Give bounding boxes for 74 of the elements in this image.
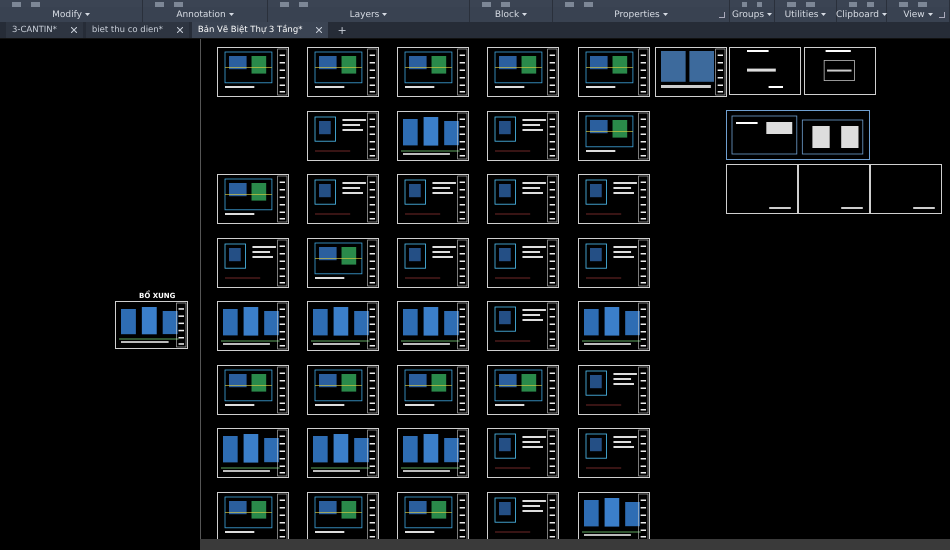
drawing-sheet — [798, 164, 870, 214]
drawing-sheet — [307, 364, 379, 414]
drawing-sheet — [307, 492, 379, 542]
drawing-sheet — [217, 364, 289, 414]
new-tab-button[interactable]: + — [331, 22, 353, 38]
caret-icon — [662, 13, 668, 16]
drawing-sheet — [217, 47, 289, 97]
file-tab[interactable]: 3-CANTIN* — [6, 22, 83, 38]
drawing-sheet — [487, 174, 559, 224]
drawing-sheet — [804, 47, 876, 95]
ribbon-panel-label[interactable]: Layers — [350, 10, 388, 20]
panel-launcher-icon[interactable] — [719, 12, 725, 18]
ribbon-panel-label[interactable]: Modify — [52, 10, 90, 20]
drawing-sheet — [487, 301, 559, 351]
drawing-sheet — [578, 301, 650, 351]
ribbon-panel-label[interactable]: Properties — [614, 10, 668, 20]
drawing-sheet — [578, 110, 650, 160]
drawing-sheet — [487, 110, 559, 160]
drawing-sheet — [487, 238, 559, 288]
drawing-sheet — [307, 47, 379, 97]
ribbon-panel-label[interactable]: View — [903, 10, 933, 20]
drawing-sheet — [578, 364, 650, 414]
file-tab[interactable]: Bản Vẽ Biệt Thự 3 Tầng* — [192, 22, 328, 38]
caret-icon — [928, 13, 933, 16]
drawing-sheet — [397, 492, 469, 542]
drawing-sheet — [578, 238, 650, 288]
drawing-sheet — [217, 174, 289, 224]
drawing-sheet — [578, 47, 650, 97]
drawing-sheet — [397, 110, 469, 160]
ribbon-panel-label[interactable]: Utilities — [784, 10, 826, 20]
drawing-sheet — [307, 110, 379, 160]
drawing-sheet — [307, 238, 379, 288]
drawing-sheet — [397, 47, 469, 97]
drawing-sheet — [397, 174, 469, 224]
drawing-sheet — [578, 492, 650, 542]
drawing-sheet — [870, 164, 942, 214]
ribbon-panel-label[interactable]: Annotation — [176, 10, 234, 20]
drawing-sheet — [217, 428, 289, 478]
close-icon[interactable] — [316, 27, 322, 33]
horizontal-scrollbar[interactable] — [200, 539, 950, 550]
caret-icon — [84, 13, 90, 16]
ribbon-tool-icon[interactable] — [866, 2, 874, 7]
drawing-sheet — [578, 174, 650, 224]
drawing-sheet — [217, 301, 289, 351]
drawing-sheet — [217, 492, 289, 542]
ribbon-panel-label[interactable]: Block — [494, 10, 528, 20]
ribbon-panel-label[interactable]: Clipboard — [836, 10, 887, 20]
drawing-sheet — [217, 238, 289, 288]
file-tab[interactable]: biet thu co dien* — [86, 22, 189, 38]
drawing-sheet — [397, 364, 469, 414]
drawing-sheet — [578, 428, 650, 478]
drawing-sheet — [655, 47, 727, 97]
drawing-sheet — [397, 301, 469, 351]
drawing-sheet — [397, 238, 469, 288]
drawing-sheet — [307, 301, 379, 351]
panel-launcher-icon[interactable] — [939, 12, 945, 18]
drawing-sheet — [726, 164, 798, 214]
drawing-sheet — [487, 492, 559, 542]
drawing-sheet — [307, 174, 379, 224]
drawing-sheet — [397, 428, 469, 478]
ribbon-panel-label[interactable]: Groups — [732, 10, 772, 20]
caret-icon — [821, 13, 826, 16]
drawing-sheet — [487, 47, 559, 97]
close-icon[interactable] — [176, 27, 183, 33]
drawing-sheet — [307, 428, 379, 478]
caret-icon — [767, 13, 772, 16]
drawing-sheet — [487, 364, 559, 414]
drawing-sheet — [487, 428, 559, 478]
caret-icon — [228, 13, 234, 16]
caret-icon — [882, 13, 887, 16]
drawing-sheet — [729, 47, 801, 95]
caret-icon — [382, 13, 388, 16]
close-icon[interactable] — [70, 27, 77, 33]
caret-icon — [522, 13, 528, 16]
